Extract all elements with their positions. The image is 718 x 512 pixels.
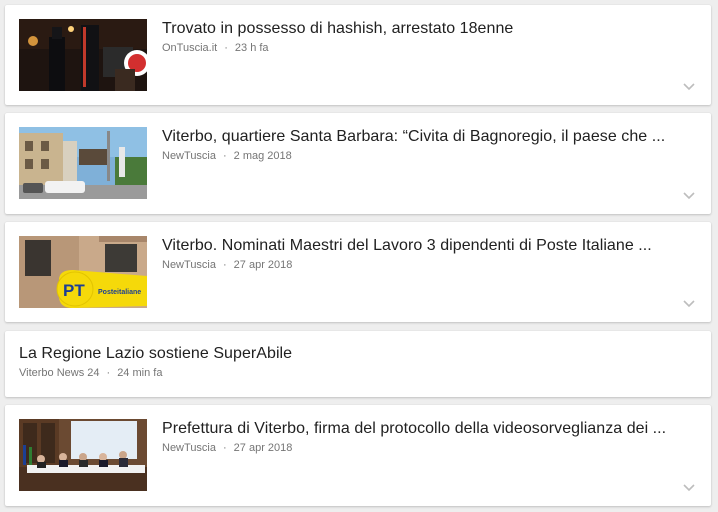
police-night-photo — [19, 19, 147, 91]
article-title[interactable]: Prefettura di Viterbo, firma del protoco… — [162, 420, 666, 438]
news-card[interactable]: Prefettura di Viterbo, firma del protoco… — [5, 405, 711, 506]
street-buildings-photo — [19, 127, 147, 199]
article-title[interactable]: Viterbo. Nominati Maestri del Lavoro 3 d… — [162, 237, 652, 255]
meta-separator: · — [224, 42, 228, 54]
article-thumbnail[interactable]: PT Posteitaliane — [19, 236, 147, 308]
article-time: 23 h fa — [234, 42, 269, 54]
article-meta: OnTuscia.it · 23 h fa — [162, 42, 269, 54]
article-time: 2 mag 2018 — [233, 150, 292, 162]
poste-italiane-sign-photo: PT Posteitaliane — [19, 236, 147, 308]
meta-separator: · — [223, 259, 227, 271]
article-source: OnTuscia.it — [162, 42, 218, 54]
article-title[interactable]: Viterbo, quartiere Santa Barbara: “Civit… — [162, 128, 665, 146]
article-time: 24 min fa — [117, 367, 163, 379]
conference-room-photo — [19, 419, 147, 491]
news-feed: Trovato in possesso di hashish, arrestat… — [0, 0, 718, 512]
chevron-down-icon[interactable] — [682, 298, 696, 308]
article-meta: NewTuscia · 27 apr 2018 — [162, 442, 292, 454]
article-thumbnail[interactable] — [19, 19, 147, 91]
article-thumbnail[interactable] — [19, 419, 147, 491]
chevron-down-icon[interactable] — [682, 190, 696, 200]
news-card[interactable]: Trovato in possesso di hashish, arrestat… — [5, 5, 711, 105]
meta-separator: · — [106, 367, 111, 379]
article-source: NewTuscia — [162, 442, 216, 454]
news-card[interactable]: PT Posteitaliane Viterbo. Nominati Maest… — [5, 222, 711, 322]
chevron-down-icon[interactable] — [682, 482, 696, 492]
chevron-down-icon[interactable] — [682, 81, 696, 91]
news-card[interactable]: La Regione Lazio sostiene SuperAbile Vit… — [5, 331, 711, 397]
article-source: NewTuscia — [162, 259, 216, 271]
poste-logo-text: PT — [63, 281, 85, 300]
poste-brand-text: Posteitaliane — [98, 289, 141, 296]
article-time: 27 apr 2018 — [233, 442, 293, 454]
meta-separator: · — [223, 442, 227, 454]
article-source: NewTuscia — [162, 150, 216, 162]
article-source: Viterbo News 24 — [19, 367, 100, 379]
article-meta: Viterbo News 24 · 24 min fa — [19, 367, 162, 379]
meta-separator: · — [223, 150, 227, 162]
article-title[interactable]: Trovato in possesso di hashish, arrestat… — [162, 20, 513, 38]
news-card[interactable]: Viterbo, quartiere Santa Barbara: “Civit… — [5, 113, 711, 214]
article-time: 27 apr 2018 — [233, 259, 293, 271]
article-meta: NewTuscia · 27 apr 2018 — [162, 259, 292, 271]
article-meta: NewTuscia · 2 mag 2018 — [162, 150, 292, 162]
article-title[interactable]: La Regione Lazio sostiene SuperAbile — [19, 345, 292, 363]
article-thumbnail[interactable] — [19, 127, 147, 199]
